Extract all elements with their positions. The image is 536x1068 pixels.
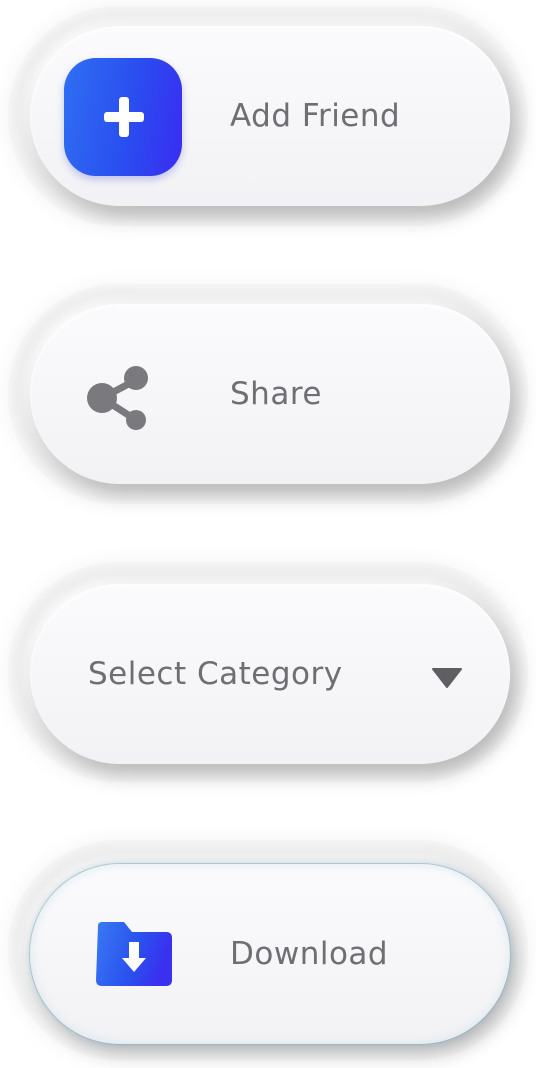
download-label: Download bbox=[230, 936, 389, 972]
plus-icon bbox=[104, 97, 144, 137]
caret-down-icon bbox=[432, 668, 462, 688]
add-friend-button[interactable]: Add Friend bbox=[30, 26, 510, 206]
share-button[interactable]: Share bbox=[30, 304, 510, 484]
add-friend-label: Add Friend bbox=[230, 98, 401, 134]
select-category-label: Select Category bbox=[88, 656, 343, 692]
share-label: Share bbox=[230, 376, 322, 412]
download-button[interactable]: Download bbox=[30, 864, 510, 1044]
folder-download-icon bbox=[96, 922, 172, 986]
select-category-dropdown[interactable]: Select Category bbox=[30, 584, 510, 764]
plus-icon-badge bbox=[64, 58, 182, 176]
share-icon bbox=[87, 366, 148, 430]
